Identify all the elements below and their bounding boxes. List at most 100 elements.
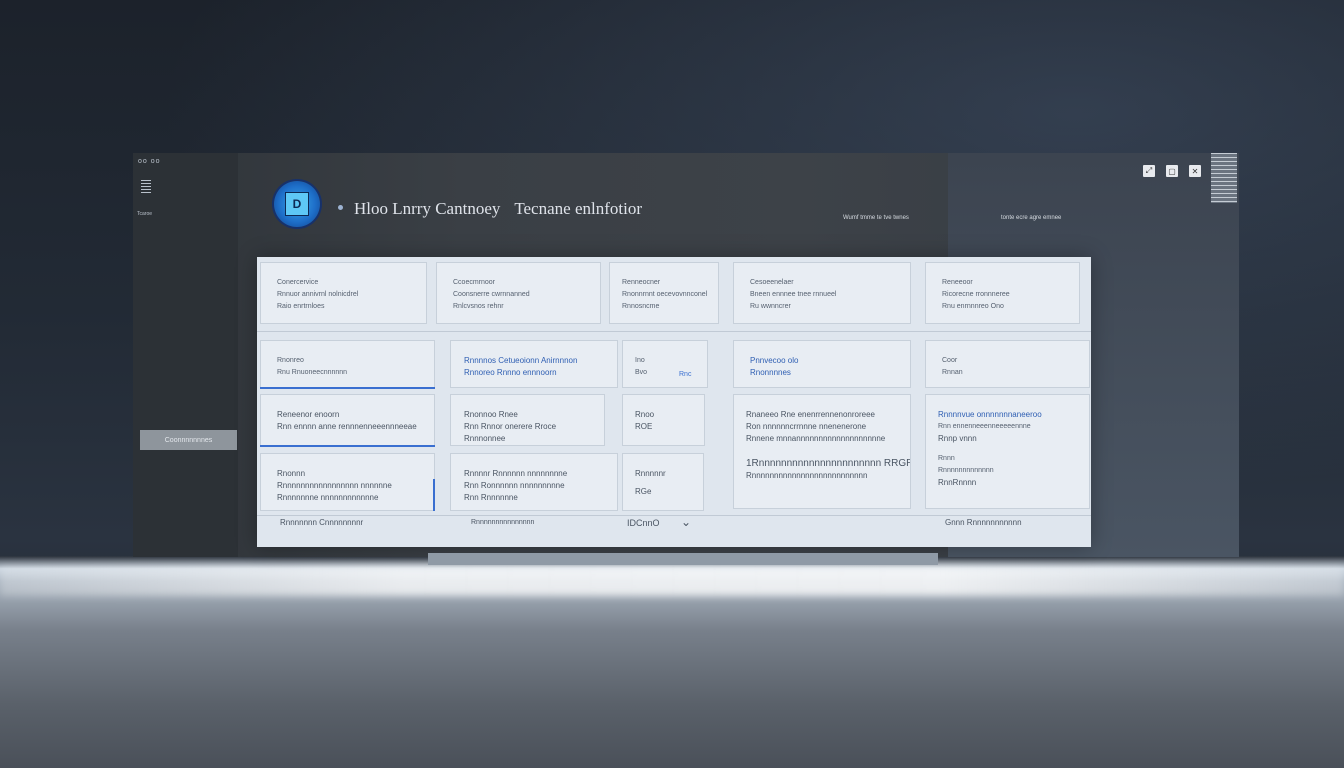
card-r1-c5[interactable]: Reneeoor Ricorecne rronnneree Rnu enrnnnre… xyxy=(925,262,1080,324)
card-subtitle: Rnnn xyxy=(938,455,955,462)
floor-reflection xyxy=(0,566,1344,596)
card-line: Rnnnnnnne nnnnnnnnnnnne xyxy=(277,493,379,502)
horizontal-scrollbar[interactable] xyxy=(428,553,938,565)
card-line: Rnnnonnee xyxy=(464,434,506,443)
card-title: Rnonnoo Rnee xyxy=(464,410,518,419)
card-line: Rnn Ronnnnnn nnnnnnnnne xyxy=(464,481,565,490)
header-meta-left: Wumf tmme te tve twnes xyxy=(843,215,909,221)
app-title: Hloo Lnrry Cantnoey Tecnane enlnfotior xyxy=(354,199,652,219)
sidebar: oo oo Tcaroe Coonnnnnnnes xyxy=(133,153,238,557)
card-title: Rnnnnr Rnnnnnn nnnnnnnne xyxy=(464,469,568,478)
card-line: RnnRnnnn xyxy=(938,478,977,487)
card-line: Rnonnrnnt oecevovnnconel xyxy=(622,291,708,298)
card-r2-c2[interactable]: Rnnnnos Cetueoionn Anirnnnon Rnnoreo Rnnn… xyxy=(450,340,618,388)
card-title: Rnonreo xyxy=(277,357,304,364)
app-logo: D xyxy=(274,181,320,227)
sidebar-label: Tcaroe xyxy=(137,211,153,217)
card-line: Rnn Rnnnnnne xyxy=(464,493,518,502)
card-line: Rnu Rnuoneecnnnnnn xyxy=(277,369,348,376)
card-accent-vertical xyxy=(433,479,435,511)
card-r3-c5[interactable]: Rnnnnvue onnnnnnnaneeroo Rnn ennenneeenne… xyxy=(925,394,1090,509)
header-meta-right: tonte ecre agre emnee xyxy=(1001,215,1062,221)
card-r2-c1[interactable]: Rnonreo Rnu Rnuoneecnnnnnn xyxy=(260,340,435,388)
card-r2-c3[interactable]: Ino Bvo Rnc xyxy=(622,340,708,388)
card-line: Rnu enrnnnreo Ono xyxy=(942,303,1004,310)
card-line: Bneen ennnee tnee rnnueel xyxy=(750,291,837,298)
card-line: Rnnnnnnnnnnnnn xyxy=(938,467,994,474)
card-title: Conercervice xyxy=(277,279,319,286)
card-r3-c4[interactable]: Rnaneeo Rne enenrrennenonroreee Ron nnnnn… xyxy=(733,394,911,509)
card-title: Rnnnnnr xyxy=(635,469,666,478)
card-line: Coonsnerre cwrnnanned xyxy=(453,291,530,298)
card-title: Reneeoor xyxy=(942,279,973,286)
footer-label-3[interactable]: IDCnnO xyxy=(627,518,660,528)
scrollbar-thumb[interactable] xyxy=(1211,153,1237,203)
card-title: Pnnvecoo olo xyxy=(750,356,799,365)
card-r4-c1[interactable]: Rnonnn Rnnnnnnnnnnnnnnnnn nnnnnne Rnnnnnnn… xyxy=(260,453,435,511)
card-r4-c3[interactable]: Rnnnnnr RGe xyxy=(622,453,704,511)
card-r3-c1[interactable]: Reneenor enoorn Rnn ennnn anne rennnennee… xyxy=(260,394,435,446)
card-title: Rnoo xyxy=(635,410,655,419)
card-r3-c2[interactable]: Rnonnoo Rnee Rnn Rnnor onerere Rroce Rnnno… xyxy=(450,394,605,446)
app-title-part-2: Tecnane enlnfotior xyxy=(514,199,642,218)
card-line: RGe xyxy=(635,487,652,496)
sidebar-button[interactable]: Coonnnnnnnes xyxy=(140,430,237,450)
card-title: Rnnnnos Cetueoionn Anirnnnon xyxy=(464,356,578,365)
menu-icon[interactable] xyxy=(141,178,151,195)
card-line: Rnnnnnnnnnnnnnnnnnnnnnnnnnn xyxy=(746,471,868,480)
card-subtitle: 1Rnnnnnnnnnnnnnnnnnnnnnn RRGRRR xyxy=(746,458,911,469)
app-window: oo oo Tcaroe Coonnnnnnnes D Hloo Lnrry C… xyxy=(133,153,1239,557)
card-line: Raio enrtrnloes xyxy=(277,303,325,310)
card-line: Ricorecne rronnneree xyxy=(942,291,1010,298)
card-title: Rnonnn xyxy=(277,469,306,478)
card-line: Rnnan xyxy=(942,369,963,376)
card-line: Rnnosncme xyxy=(622,303,660,310)
row-divider xyxy=(257,331,1091,332)
card-r1-c2[interactable]: Ccoecmrnoor Coonsnerre cwrnnanned Rnlcvsno… xyxy=(436,262,601,324)
close-icon[interactable]: ✕ xyxy=(1189,165,1201,177)
footer-label-1[interactable]: Rnnnnnnn Cnnnnnnnnr xyxy=(280,518,363,527)
card-line: Rnlcvsnos rehnr xyxy=(453,303,504,310)
card-r3-c3[interactable]: Rnoo ROE xyxy=(622,394,705,446)
card-title: Rnnnnvue onnnnnnnaneeroo xyxy=(938,410,1042,419)
card-title: Rnaneeo Rne enenrrennenonroreee xyxy=(746,410,875,419)
card-title: Coor xyxy=(942,357,958,364)
card-badge: Rnc xyxy=(679,371,692,378)
restore-icon[interactable]: ▢ xyxy=(1166,165,1178,177)
card-line: Rnn ennnn anne rennnenneeennneeae xyxy=(277,422,417,431)
card-line: ROE xyxy=(635,422,653,431)
footer-label-4[interactable]: Gnnn Rnnnnnnnnnnn xyxy=(945,518,1022,527)
footer-divider xyxy=(257,515,1091,516)
card-line: Rnnuor annivrnl nolnicdrel xyxy=(277,291,359,298)
card-r1-c3[interactable]: Renneocner Rnonnrnnt oecevovnnconel Rnnosn… xyxy=(609,262,719,324)
app-title-part-1: Hloo Lnrry Cantnoey xyxy=(354,199,501,218)
card-line: Ron nnnnnncrrnnne nnenenerone xyxy=(746,422,867,431)
chevron-down-icon[interactable]: ⌄ xyxy=(681,515,691,529)
window-controls: ⤢ ▢ ✕ xyxy=(1143,165,1201,177)
kanban-board: Conercervice Rnnuor annivrnl nolnicdrel Ra… xyxy=(257,257,1091,547)
card-line: Rnn ennenneeenneeeeennne xyxy=(938,423,1031,430)
card-line: Rnn Rnnor onerere Rroce xyxy=(464,422,557,431)
footer-label-2[interactable]: Rnnnnnnnnnnnnnnn xyxy=(471,519,534,526)
card-line: Rnnoreo Rnnno ennnoorn xyxy=(464,368,557,377)
card-line: Rnonnnnes xyxy=(750,368,791,377)
sidebar-dots: oo oo xyxy=(138,158,161,165)
card-accent xyxy=(260,445,435,447)
card-r1-c1[interactable]: Conercervice Rnnuor annivrnl nolnicdrel Ra… xyxy=(260,262,427,324)
logo-letter: D xyxy=(285,192,309,216)
card-title: Cesoeenelaer xyxy=(750,279,794,286)
card-line: Ru wwnncrer xyxy=(750,303,791,310)
card-accent xyxy=(260,387,435,389)
title-dot-icon xyxy=(338,205,343,210)
card-title: Ccoecmrnoor xyxy=(453,279,496,286)
card-title: Reneenor enoorn xyxy=(277,410,340,419)
card-r4-c2[interactable]: Rnnnnr Rnnnnnn nnnnnnnne Rnn Ronnnnnn nnn… xyxy=(450,453,618,511)
card-title: Ino xyxy=(635,357,645,364)
card-line: Rnnene mnnannnnnnnnnnnnnnnnnnne xyxy=(746,434,886,443)
card-r2-c5[interactable]: Coor Rnnan xyxy=(925,340,1090,388)
card-line: Rnnp vnnn xyxy=(938,434,977,443)
maximize-icon[interactable]: ⤢ xyxy=(1143,165,1155,177)
card-title: Renneocner xyxy=(622,279,661,286)
card-r1-c4[interactable]: Cesoeenelaer Bneen ennnee tnee rnnueel Ru … xyxy=(733,262,911,324)
card-r2-c4[interactable]: Pnnvecoo olo Rnonnnnes xyxy=(733,340,911,388)
